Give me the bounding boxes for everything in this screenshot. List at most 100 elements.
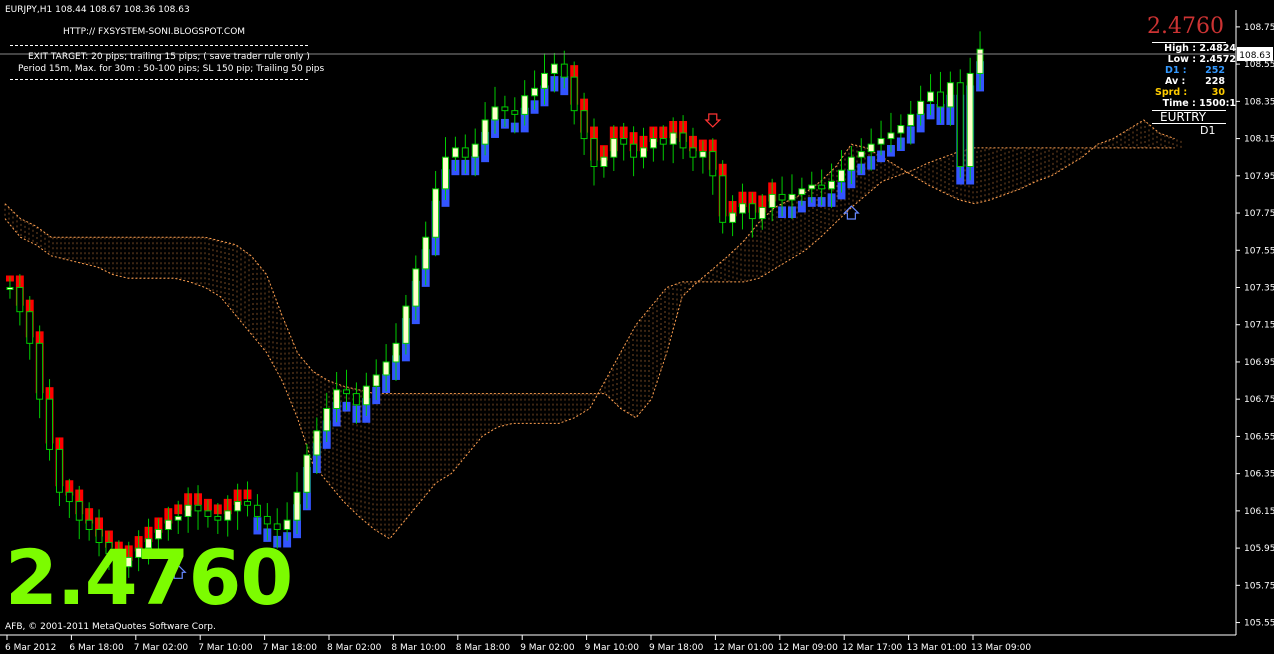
time-tick-label: 13 Mar 09:00 bbox=[971, 643, 1031, 653]
price-tick-label: 106.55 bbox=[1244, 432, 1274, 442]
time-tick-label: 7 Mar 18:00 bbox=[263, 643, 318, 653]
signal-arrows bbox=[169, 113, 860, 579]
candle-body bbox=[739, 203, 746, 214]
big-price: 2.4760 bbox=[5, 533, 293, 622]
candle-body bbox=[244, 501, 251, 506]
price-tick-label: 106.95 bbox=[1244, 358, 1274, 368]
panel-av-label: Av : bbox=[1165, 76, 1186, 87]
candle-body bbox=[630, 143, 638, 158]
candle-body bbox=[649, 138, 657, 149]
candle-body bbox=[283, 519, 291, 530]
candle-body bbox=[6, 286, 14, 290]
price-tick-label: 106.75 bbox=[1244, 395, 1274, 405]
candle-body bbox=[224, 510, 232, 521]
panel-sprd-value: 30 bbox=[1211, 87, 1225, 98]
candle-body bbox=[541, 72, 548, 89]
price-tick-label: 108.35 bbox=[1244, 97, 1274, 107]
panel-av-value: 228 bbox=[1205, 76, 1225, 87]
trend-line bbox=[5, 61, 985, 561]
candle-body bbox=[936, 91, 944, 108]
candle-body bbox=[897, 125, 905, 134]
candle-body bbox=[174, 515, 182, 521]
period-text: Period 15m, Max. for 30m : 50-100 pips; … bbox=[18, 64, 325, 74]
price-tick-label: 107.75 bbox=[1244, 209, 1274, 219]
candle-body bbox=[75, 501, 83, 521]
candle-body bbox=[323, 407, 331, 432]
time-tick-label: 9 Mar 18:00 bbox=[649, 643, 704, 653]
candle-body bbox=[788, 193, 796, 201]
time-tick-label: 9 Mar 10:00 bbox=[585, 643, 640, 653]
time-tick-label: 12 Mar 09:00 bbox=[778, 643, 838, 653]
candle-body bbox=[16, 286, 24, 313]
candle-body bbox=[491, 106, 499, 121]
price-tick-label: 107.15 bbox=[1244, 321, 1274, 331]
price-tick-label: 105.95 bbox=[1244, 544, 1274, 554]
candle-body bbox=[412, 268, 420, 307]
candle-body bbox=[837, 169, 845, 182]
candle-body bbox=[560, 63, 568, 78]
candle-body bbox=[927, 91, 935, 102]
candle-body bbox=[748, 203, 756, 220]
candle-body bbox=[432, 188, 440, 238]
candle-body bbox=[768, 193, 776, 208]
candle-body bbox=[303, 454, 311, 493]
price-tick-label: 108.75 bbox=[1244, 23, 1274, 33]
time-tick-label: 13 Mar 01:00 bbox=[907, 643, 967, 653]
candle-body bbox=[679, 132, 687, 149]
panel-symbol: EURTRY bbox=[1160, 110, 1207, 124]
ichimoku-cloud bbox=[4, 119, 1182, 540]
price-tick-label: 108.55 bbox=[1244, 60, 1274, 70]
price-tick-label: 107.95 bbox=[1244, 172, 1274, 182]
candle-body bbox=[946, 82, 954, 108]
candle-body bbox=[719, 175, 727, 223]
candle-body bbox=[511, 110, 519, 115]
candle-body bbox=[234, 501, 242, 512]
candle-body bbox=[372, 374, 380, 387]
candle-body bbox=[570, 76, 578, 112]
candle-body bbox=[461, 147, 469, 158]
candle-body bbox=[273, 523, 281, 530]
candle-body bbox=[620, 138, 628, 145]
candle-body bbox=[184, 504, 192, 517]
time-tick-labels: 6 Mar 2012 6 Mar 18:00 7 Mar 02:00 7 Mar 10… bbox=[5, 635, 1031, 653]
candle-body bbox=[610, 138, 618, 158]
candle-body bbox=[956, 82, 964, 167]
time-tick-label: 12 Mar 01:00 bbox=[713, 643, 773, 653]
candle-body bbox=[828, 180, 836, 190]
time-tick-label: 8 Mar 02:00 bbox=[327, 643, 382, 653]
candle-body bbox=[778, 193, 786, 201]
candle-body bbox=[343, 389, 350, 395]
panel-low: Low : 2.4572 bbox=[1167, 54, 1236, 65]
exit-target-text: EXIT TARGET: 20 pips; trailing 15 pips; … bbox=[28, 52, 310, 62]
candle-body bbox=[659, 138, 667, 145]
candle-body bbox=[313, 430, 321, 456]
panel-sprd-label: Sprd : bbox=[1155, 87, 1188, 98]
candle-body bbox=[501, 106, 509, 112]
candle-body bbox=[600, 156, 608, 167]
price-tick-label: 108.15 bbox=[1244, 135, 1274, 145]
panel-d1-label: D1 : bbox=[1165, 65, 1187, 76]
candle-body bbox=[333, 389, 341, 409]
candle-body bbox=[758, 206, 766, 220]
copyright-text: AFB, © 2001-2011 MetaQuotes Software Cor… bbox=[5, 622, 216, 632]
divider-bottom bbox=[10, 79, 308, 80]
candle-body bbox=[669, 132, 677, 145]
candle-body bbox=[214, 515, 222, 521]
candle-body bbox=[451, 147, 459, 158]
candle-body bbox=[402, 305, 410, 344]
candle-body bbox=[976, 48, 984, 74]
candle-body bbox=[867, 143, 875, 153]
panel-high: High : 2.4824 bbox=[1164, 43, 1236, 54]
panel-time: Time : 1500:1 bbox=[1162, 98, 1236, 109]
candle-body bbox=[857, 151, 865, 158]
time-tick-label: 6 Mar 18:00 bbox=[69, 643, 124, 653]
blog-url: HTTP:// FXSYSTEM-SONI.BLOGSPOT.COM bbox=[63, 27, 246, 37]
price-tick-labels: 108.75 108.55 108.35 108.15 107.95 107.75 107.… bbox=[1236, 23, 1274, 629]
candle-body bbox=[382, 361, 390, 376]
cloud-lower-line bbox=[4, 147, 1175, 540]
candle-body bbox=[580, 110, 588, 140]
candle-body bbox=[362, 385, 370, 406]
panel-timeframe: D1 bbox=[1200, 124, 1216, 137]
price-tick-label: 107.35 bbox=[1244, 283, 1274, 293]
candle-body bbox=[422, 236, 430, 270]
